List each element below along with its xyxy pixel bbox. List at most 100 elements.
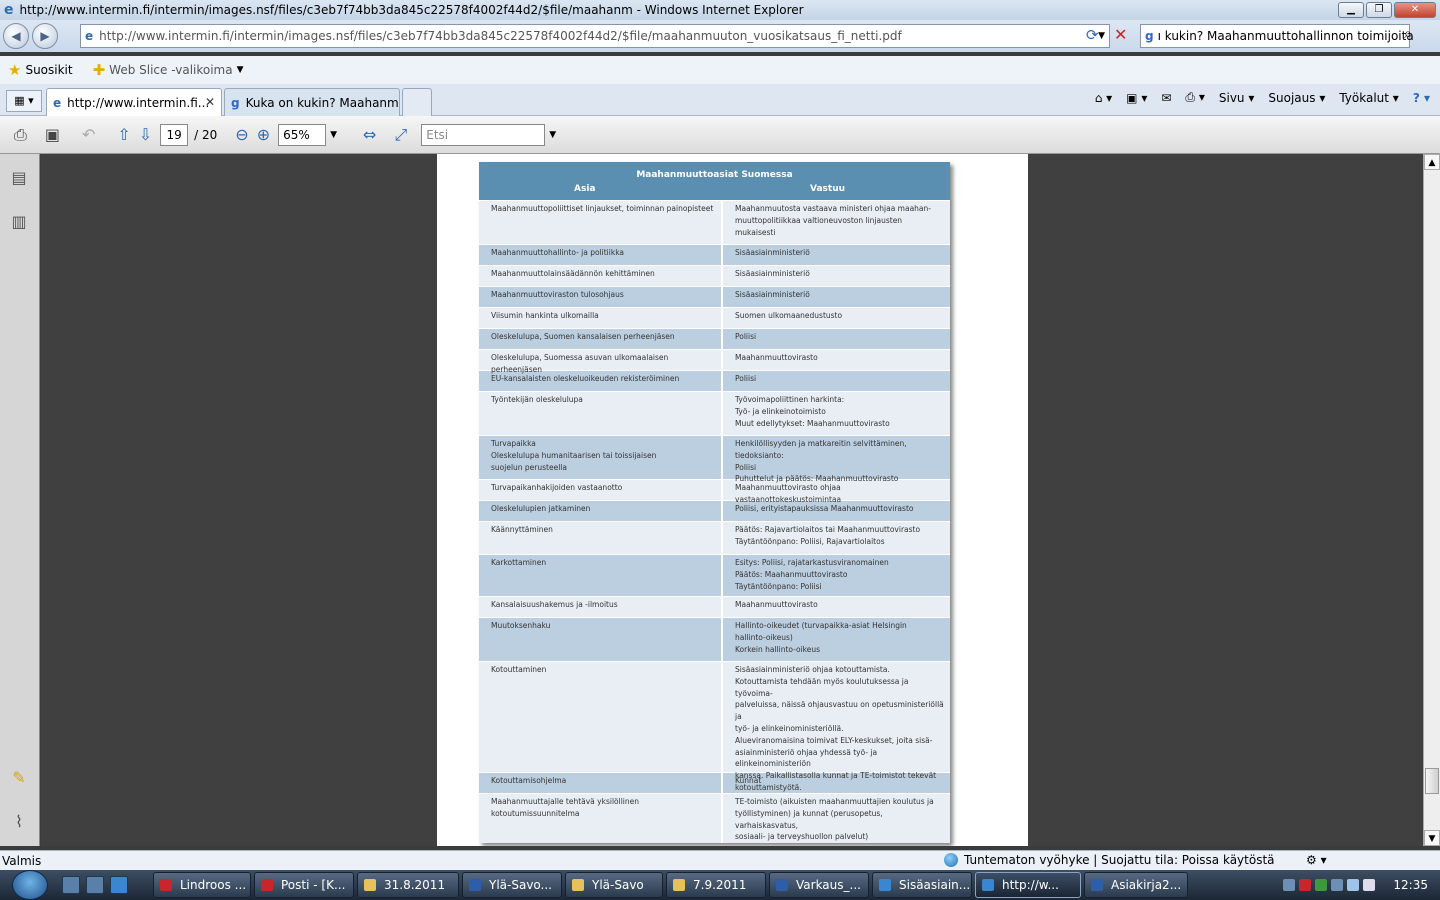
find-input[interactable]: Etsi <box>421 123 546 146</box>
fit-page-icon[interactable]: ⤢ <box>394 122 407 148</box>
quick-tabs-button[interactable]: ▦ ▾ <box>6 90 42 112</box>
address-url[interactable]: http://www.intermin.fi/intermin/images.n… <box>99 29 902 43</box>
zoom-status-icon[interactable]: ⚙ ▾ <box>1306 853 1327 867</box>
help-icon[interactable]: ? ▾ <box>1413 91 1430 105</box>
tray-icon[interactable] <box>1283 879 1296 891</box>
fit-width-icon[interactable]: ⇔ <box>363 122 376 148</box>
close-tab-icon[interactable]: ✕ <box>205 95 215 109</box>
table-body: Maahanmuuttopoliittiset linjaukset, toim… <box>479 200 950 843</box>
maximize-button[interactable]: ❐ <box>1366 2 1392 18</box>
minimize-button[interactable]: ▁ <box>1338 2 1364 18</box>
favorites-bar: ★ Suosikit ✚ Web Slice -valikoima ▼ <box>0 56 1440 84</box>
pdf-viewport[interactable]: Maahanmuuttoasiat Suomessa Asia Vastuu M… <box>41 154 1423 846</box>
favorites-button[interactable]: ★ Suosikit <box>8 61 73 79</box>
cell-vastuu: Maahanmuutosta vastaava ministeri ohjaa … <box>735 204 931 237</box>
stop-icon[interactable]: ✕ <box>1114 25 1127 44</box>
home-icon[interactable]: ⌂ ▾ <box>1095 91 1112 105</box>
safety-menu[interactable]: Suojaus ▾ <box>1268 91 1325 105</box>
search-input[interactable]: ı kukin? Maahanmuuttohallinnon toimijoit… <box>1158 29 1414 43</box>
search-icon[interactable]: ⌕ <box>1404 26 1412 42</box>
column-header-asia: Asia <box>574 184 596 194</box>
attachment-icon[interactable]: ⌇ <box>8 812 30 834</box>
table-row: Maahanmuuttopoliittiset linjaukset, toim… <box>479 200 950 244</box>
taskbar-item[interactable]: Asiakirja2... <box>1084 872 1188 898</box>
vertical-scrollbar[interactable]: ▲ ▼ <box>1423 154 1440 846</box>
cell-vastuu: TE-toimisto (aikuisten maahanmuuttajien … <box>735 797 934 842</box>
print-icon[interactable]: ⎙ ▾ <box>1185 90 1204 105</box>
taskbar-item[interactable]: Ylä-Savo <box>565 872 663 898</box>
app-icon <box>982 879 994 891</box>
webslice-button[interactable]: ✚ Web Slice -valikoima ▼ <box>93 61 244 79</box>
zoom-dropdown-icon[interactable]: ▼ <box>330 130 337 140</box>
page-number-input[interactable]: 19 <box>160 123 189 146</box>
status-text: Valmis <box>2 853 42 868</box>
zoom-input[interactable]: 65% <box>278 123 327 146</box>
tab-kuka-on-kukin[interactable]: g Kuka on kukin? Maahanm... <box>224 88 400 116</box>
taskbar-item-label: 7.9.2011 <box>693 878 747 892</box>
back-button[interactable]: ◀ <box>3 23 29 49</box>
taskbar-item[interactable]: Varkaus_... <box>769 872 869 898</box>
forward-button[interactable]: ▶ <box>32 23 58 49</box>
security-zone[interactable]: Tuntematon vyöhyke | Suojattu tila: Pois… <box>944 853 1275 867</box>
tray-icon[interactable] <box>1299 879 1312 891</box>
window-titlebar: e http://www.intermin.fi/intermin/images… <box>0 0 1440 20</box>
table-row: Maahanmuuttajalle tehtävä yksilöllinen k… <box>479 793 950 843</box>
taskbar-item[interactable]: http://w... <box>975 872 1081 898</box>
taskbar-item[interactable]: 7.9.2011 <box>666 872 766 898</box>
address-dropdown-icon[interactable]: ▼ <box>1098 31 1105 41</box>
taskbar-item[interactable]: 31.8.2011 <box>357 872 459 898</box>
app-icon <box>673 879 685 891</box>
scroll-thumb[interactable] <box>1425 768 1439 794</box>
taskbar-item[interactable]: Lindroos ... <box>153 872 251 898</box>
volume-icon[interactable] <box>1363 879 1376 891</box>
bookmarks-icon[interactable]: ▥ <box>8 212 30 234</box>
pages-icon[interactable]: ▤ <box>8 168 30 190</box>
tools-menu[interactable]: Työkalut ▾ <box>1339 91 1398 105</box>
table-title: Maahanmuuttoasiat Suomessa <box>636 170 793 180</box>
switch-windows-icon[interactable] <box>86 876 104 894</box>
scroll-up-icon[interactable]: ▲ <box>1424 154 1440 170</box>
tab-bar: ▦ ▾ e http://www.intermin.fi... ✕ g Kuka… <box>0 84 1440 116</box>
taskbar-item[interactable]: Posti - [K... <box>254 872 354 898</box>
tray-icon[interactable] <box>1315 879 1328 891</box>
taskbar-item[interactable]: Sisäasiain... <box>872 872 972 898</box>
address-bar[interactable]: e http://www.intermin.fi/intermin/images… <box>80 24 1110 48</box>
save-icon[interactable]: ▣ <box>45 122 60 148</box>
taskbar-item-label: Ylä-Savo... <box>489 878 552 892</box>
app-icon <box>879 879 891 891</box>
scroll-down-icon[interactable]: ▼ <box>1424 830 1440 846</box>
refresh-icon[interactable]: ⟳ <box>1086 26 1099 44</box>
new-tab-button[interactable] <box>402 88 432 116</box>
print-icon[interactable]: ⎙ <box>14 122 27 148</box>
tab-pdf[interactable]: e http://www.intermin.fi... ✕ <box>46 88 222 116</box>
table-row: Turvapaikanhakijoiden vastaanotto Maahanm… <box>479 479 950 504</box>
ie-quicklaunch-icon[interactable] <box>110 876 128 894</box>
cell-vastuu: Poliisi, erityistapauksissa Maahanmuutto… <box>735 504 914 513</box>
find-dropdown-icon[interactable]: ▼ <box>549 130 556 140</box>
show-desktop-icon[interactable] <box>62 876 80 894</box>
comments-icon[interactable]: ✎ <box>8 768 30 790</box>
cell-asia: Oleskelulupien jatkaminen <box>479 501 723 521</box>
ie-page-icon: e <box>53 95 62 110</box>
network-icon[interactable] <box>1347 879 1360 891</box>
previous-view-icon[interactable]: ↶ <box>82 122 95 148</box>
previous-page-icon[interactable]: ⇧ <box>117 122 130 148</box>
app-icon <box>572 879 584 891</box>
cell-asia: Käännyttäminen <box>479 522 723 554</box>
mail-icon[interactable]: ✉ <box>1161 91 1171 105</box>
start-button[interactable] <box>12 870 48 900</box>
clock[interactable]: 12:35 <box>1393 878 1428 892</box>
next-page-icon[interactable]: ⇩ <box>139 122 152 148</box>
tray-icon[interactable] <box>1331 879 1344 891</box>
taskbar-item-label: 31.8.2011 <box>384 878 446 892</box>
zoom-out-icon[interactable]: ⊖ <box>235 122 248 148</box>
zoom-in-icon[interactable]: ⊕ <box>257 122 270 148</box>
task-buttons: Lindroos ... Posti - [K... 31.8.2011 Ylä-Sa… <box>150 872 1188 898</box>
taskbar-item[interactable]: Ylä-Savo... <box>462 872 562 898</box>
add-favorite-icon[interactable]: ✚ <box>93 61 106 79</box>
page-menu[interactable]: Sivu ▾ <box>1219 91 1255 105</box>
table-row: Oleskelulupien jatkaminen Poliisi, erityi… <box>479 500 950 521</box>
close-button[interactable]: ✕ <box>1394 2 1436 18</box>
search-box[interactable]: g ı kukin? Maahanmuuttohallinnon toimijo… <box>1140 24 1414 48</box>
feeds-icon[interactable]: ▣ ▾ <box>1126 91 1147 105</box>
